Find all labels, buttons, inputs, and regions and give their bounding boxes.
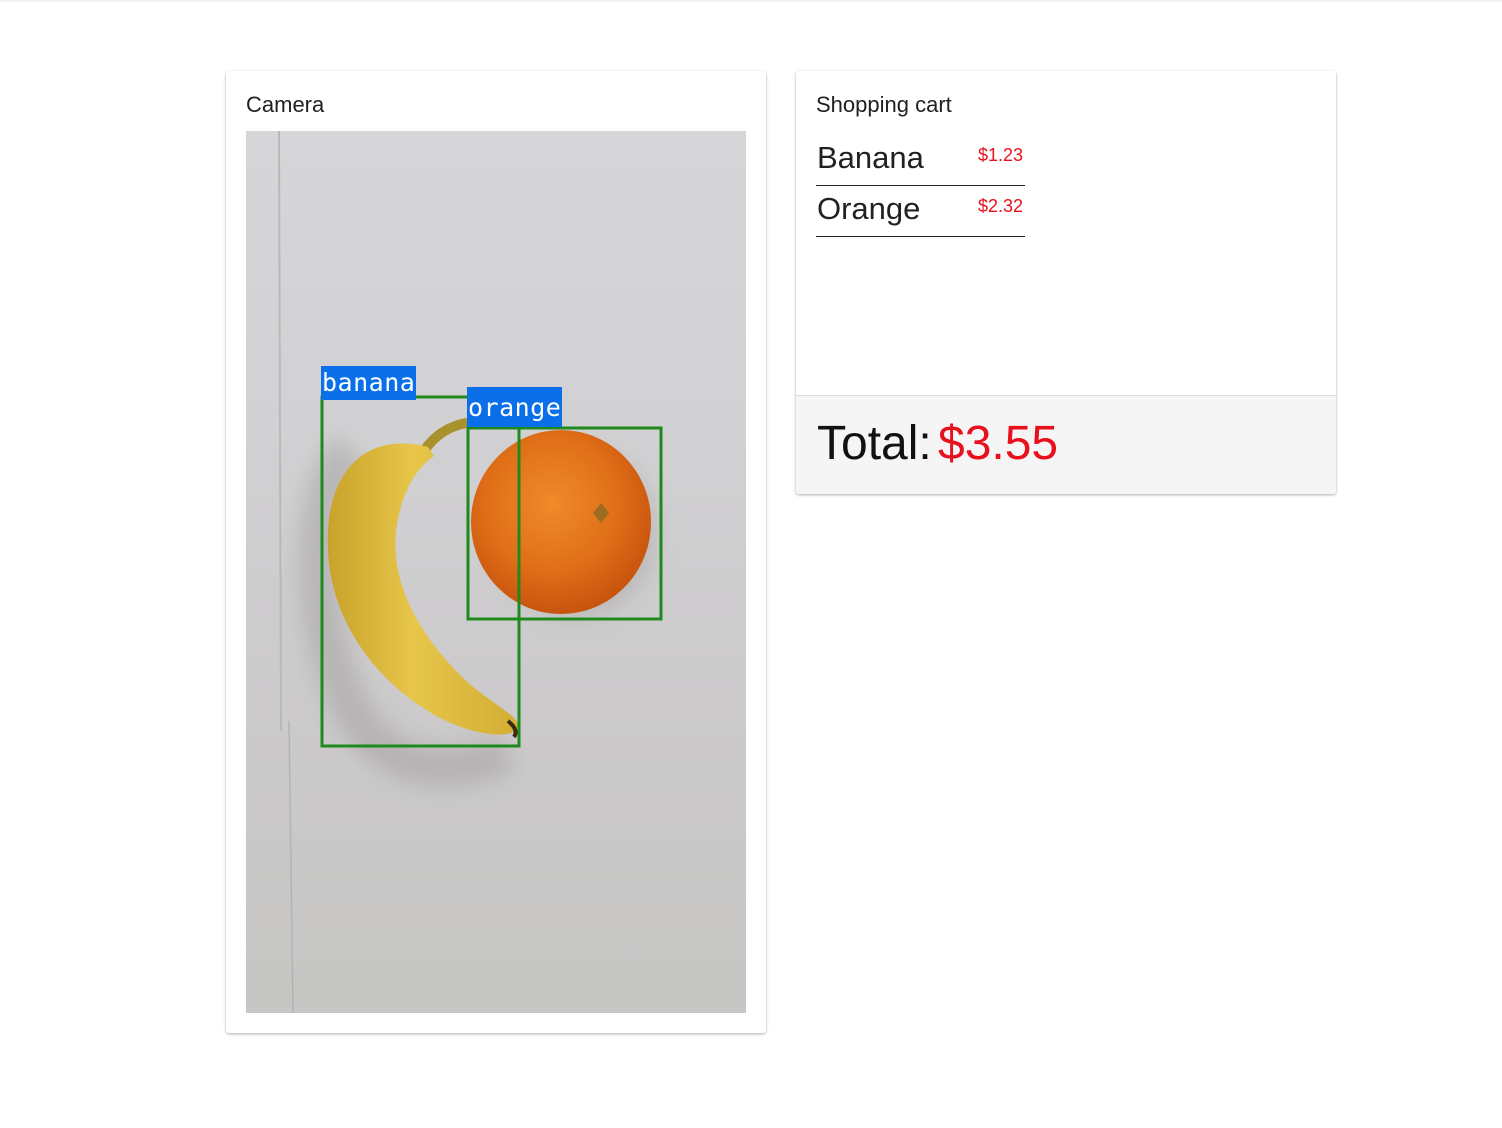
camera-feed: banana orange [246, 131, 746, 1013]
cart-item-name: Orange [817, 191, 921, 226]
orange-detection-label: orange [467, 387, 563, 427]
top-divider [0, 0, 1502, 3]
cart-item-name: Banana [817, 140, 924, 175]
camera-title: Camera [246, 92, 325, 117]
camera-card: Camera banana orange [226, 71, 766, 1033]
cart-list: Banana $1.23 Orange $2.32 [816, 135, 1025, 237]
total-label: Total: [817, 417, 932, 470]
camera-frame-image [278, 131, 663, 1013]
total-value: $3.55 [938, 417, 1059, 470]
wall-edge [278, 131, 282, 732]
cart-total-footer: Total: $3.55 [796, 395, 1336, 494]
cart-item-price: $1.23 [977, 145, 1023, 165]
shopping-cart-card: Shopping cart Banana $1.23 Orange $2.32 … [796, 71, 1336, 494]
orange [471, 430, 651, 614]
banana-stem [419, 418, 471, 456]
wall-edge [288, 720, 294, 1013]
cart-item[interactable]: Orange $2.32 [816, 186, 1025, 237]
shopping-cart-title: Shopping cart [816, 92, 952, 117]
banana-detection-label: banana [321, 366, 417, 400]
cart-item[interactable]: Banana $1.23 [816, 135, 1025, 186]
cart-item-price: $2.32 [977, 196, 1023, 216]
